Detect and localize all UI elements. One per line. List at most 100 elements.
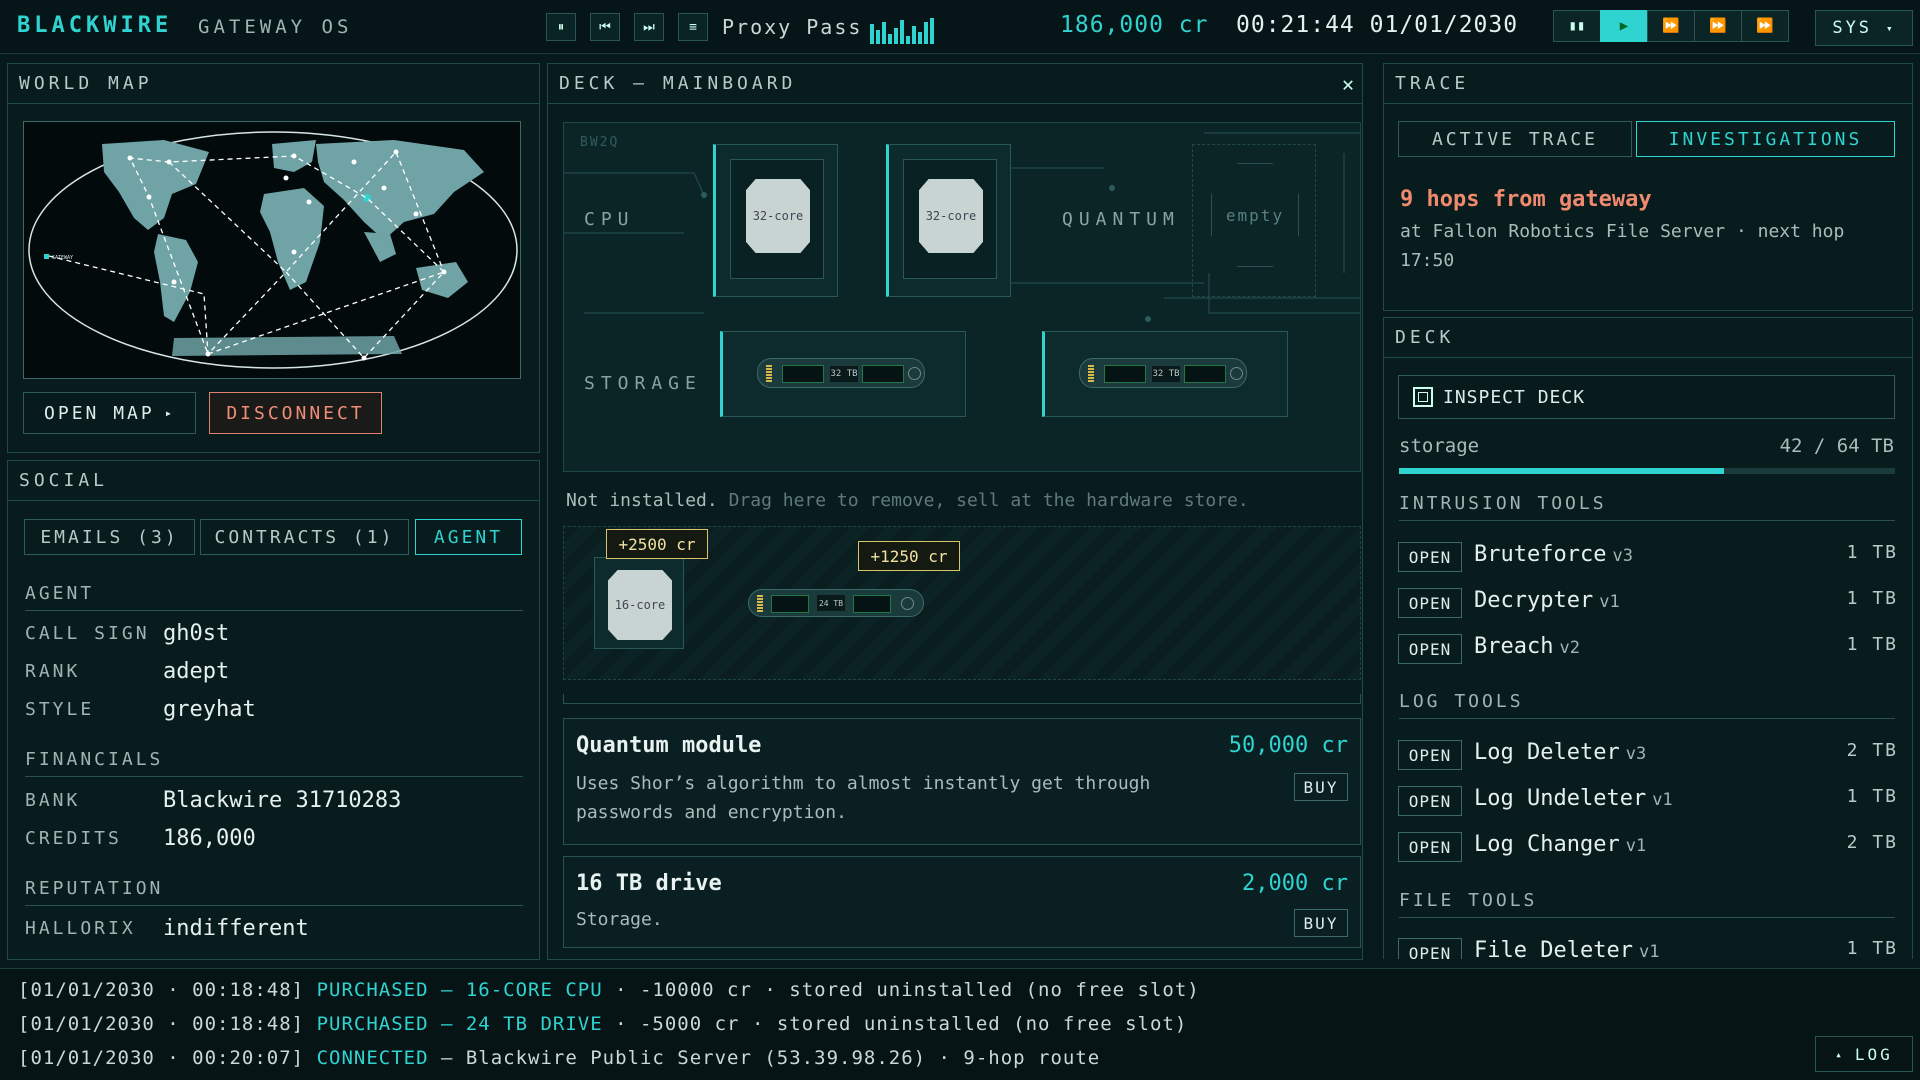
tool-name: Bruteforce v3 [1474, 542, 1633, 567]
storage-usage-value: 42 / 64 TB [1779, 435, 1894, 457]
log-timestamp: [01/01/2030 · 00:20:07] [18, 1047, 305, 1069]
shop-item-desc-1: Storage. [576, 909, 663, 930]
storage-slot-1[interactable]: 32 TB [720, 331, 966, 417]
tab-contracts[interactable]: CONTRACTS (1) [200, 519, 409, 555]
agent-section-label: AGENT [25, 583, 523, 611]
tab-emails[interactable]: EMAILS (3) [24, 519, 195, 555]
bank-label: BANK [25, 790, 81, 811]
brand-logo: BLACKWIRE [17, 13, 173, 38]
world-map[interactable]: GATEWAY [23, 121, 521, 379]
tool-name-label: Decrypter [1474, 588, 1594, 613]
storage-usage-bar [1399, 468, 1895, 474]
log-detail: — Blackwire Public Server (53.39.98.26) … [428, 1047, 1101, 1069]
log-line: [01/01/2030 · 00:18:48] PURCHASED — 24 T… [18, 1013, 1187, 1035]
quantum-label: QUANTUM [1062, 209, 1180, 230]
open-tool-button[interactable]: OPEN [1398, 542, 1462, 572]
next-track-icon[interactable]: ⏭ [634, 13, 664, 41]
chip-icon [1413, 387, 1433, 407]
open-tool-button[interactable]: OPEN [1398, 786, 1462, 816]
uninstalled-inventory[interactable]: 16-core +2500 cr 24 TB +1250 cr [563, 526, 1361, 680]
shop-item-price: 50,000 cr [1228, 733, 1348, 758]
divider [563, 694, 1361, 704]
open-tool-button[interactable]: OPEN [1398, 740, 1462, 770]
caret-up-icon: ▴ [1835, 1047, 1845, 1061]
close-icon[interactable]: ✕ [1342, 72, 1354, 96]
not-installed-note: Not installed. Drag here to remove, sell… [566, 490, 1249, 511]
trace-headline: 9 hops from gateway [1400, 187, 1652, 212]
speed-fast-button[interactable]: ⏩ [1647, 10, 1695, 42]
credits-value: 186,000 [163, 826, 256, 851]
deck-panel-clip [1383, 959, 1913, 968]
log-line: [01/01/2030 · 00:20:07] CONNECTED — Blac… [18, 1047, 1100, 1069]
equalizer-icon [870, 18, 934, 44]
top-bar: BLACKWIRE GATEWAY OS ⏸ ⏮ ⏭ ≡ Proxy Pass … [0, 0, 1920, 54]
tool-size: 2 TB [1846, 832, 1898, 853]
tool-row: OPEN Log Changer v1 2 TB [1398, 832, 1898, 864]
inventory-cpu-chip[interactable]: 16-core [608, 570, 672, 640]
disconnect-button[interactable]: DISCONNECT [209, 392, 382, 434]
storage-usage-label: storage [1399, 435, 1480, 457]
previous-track-icon[interactable]: ⏮ [590, 13, 620, 41]
cpu-label: CPU [584, 209, 635, 230]
hallorix-value: indifferent [163, 916, 309, 941]
brand-subtitle: GATEWAY OS [198, 16, 353, 38]
open-tool-button[interactable]: OPEN [1398, 588, 1462, 618]
inspect-deck-label: INSPECT DECK [1443, 386, 1586, 408]
rank-value: adept [163, 659, 230, 684]
intrusion-tools-label: INTRUSION TOOLS [1399, 493, 1895, 521]
tool-name-label: Breach [1474, 634, 1554, 659]
credits-balance: 186,000 cr [1060, 12, 1209, 38]
financials-section-label: FINANCIALS [25, 749, 523, 777]
speed-faster-button[interactable]: ⏩ [1694, 10, 1742, 42]
pause-icon[interactable]: ⏸ [546, 13, 576, 41]
inventory-cpu-card[interactable]: 16-core [594, 557, 684, 649]
inventory-drive-price: +1250 cr [858, 541, 960, 571]
cpu-slot-2[interactable]: 32-core [886, 144, 1011, 297]
sys-menu-button[interactable]: SYS ▾ [1815, 10, 1913, 46]
buy-button[interactable]: BUY [1294, 909, 1348, 937]
not-installed-hint: Drag here to remove, sell at the hardwar… [728, 490, 1249, 511]
tab-investigations[interactable]: INVESTIGATIONS [1636, 121, 1895, 157]
world-map-graphic: GATEWAY [28, 131, 518, 369]
open-map-button[interactable]: OPEN MAP ▸ [23, 392, 196, 434]
tool-version: v3 [1625, 744, 1647, 764]
social-title: SOCIAL [8, 461, 539, 501]
cpu-chip-2[interactable]: 32-core [919, 179, 983, 253]
tool-name: Log Deleter v3 [1474, 740, 1646, 765]
storage-slot-2[interactable]: 32 TB [1042, 331, 1288, 417]
tab-active-trace[interactable]: ACTIVE TRACE [1398, 121, 1632, 157]
storage-drive-1-label: 32 TB [830, 366, 858, 382]
log-action: PURCHASED — 24 TB DRIVE [316, 1013, 603, 1035]
log-toggle-button[interactable]: ▴ LOG [1815, 1036, 1913, 1072]
tool-size: 1 TB [1846, 938, 1898, 959]
storage-drive-1[interactable]: 32 TB [757, 358, 925, 388]
tool-name-label: Log Changer [1474, 832, 1620, 857]
log-detail: · -5000 cr · stored uninstalled (no free… [602, 1013, 1188, 1035]
shop-item-quantum: Quantum module 50,000 cr Uses Shor’s alg… [563, 718, 1361, 845]
tool-name: Log Undeleter v1 [1474, 786, 1673, 811]
tool-name-label: Log Deleter [1474, 740, 1620, 765]
speed-pause-button[interactable]: ▮▮ [1553, 10, 1601, 42]
open-tool-button[interactable]: OPEN [1398, 832, 1462, 862]
inventory-cpu-price: +2500 cr [606, 529, 708, 559]
bank-value: Blackwire 31710283 [163, 788, 402, 813]
storage-drive-2[interactable]: 32 TB [1079, 358, 1247, 388]
shop-item-title: Quantum module [576, 733, 762, 758]
inspect-deck-button[interactable]: INSPECT DECK [1398, 375, 1895, 419]
log-timestamp: [01/01/2030 · 00:18:48] [18, 1013, 305, 1035]
quantum-slot[interactable]: empty [1192, 144, 1316, 297]
tool-size: 1 TB [1846, 634, 1898, 655]
shop-item-desc-2: passwords and encryption. [576, 802, 847, 823]
playlist-icon[interactable]: ≡ [678, 13, 708, 41]
tab-agent[interactable]: AGENT [415, 519, 522, 555]
speed-fastest-button[interactable]: ⏩ [1741, 10, 1789, 42]
buy-button[interactable]: BUY [1294, 773, 1348, 801]
cpu-chip-1[interactable]: 32-core [746, 179, 810, 253]
not-installed-label: Not installed. [566, 490, 718, 511]
cpu-slot-1[interactable]: 32-core [713, 144, 838, 297]
inventory-drive[interactable]: 24 TB [748, 589, 924, 617]
tool-row: OPEN Log Undeleter v1 1 TB [1398, 786, 1898, 818]
tool-version: v3 [1612, 546, 1633, 566]
speed-play-button[interactable]: ▶ [1600, 10, 1648, 42]
open-tool-button[interactable]: OPEN [1398, 634, 1462, 664]
